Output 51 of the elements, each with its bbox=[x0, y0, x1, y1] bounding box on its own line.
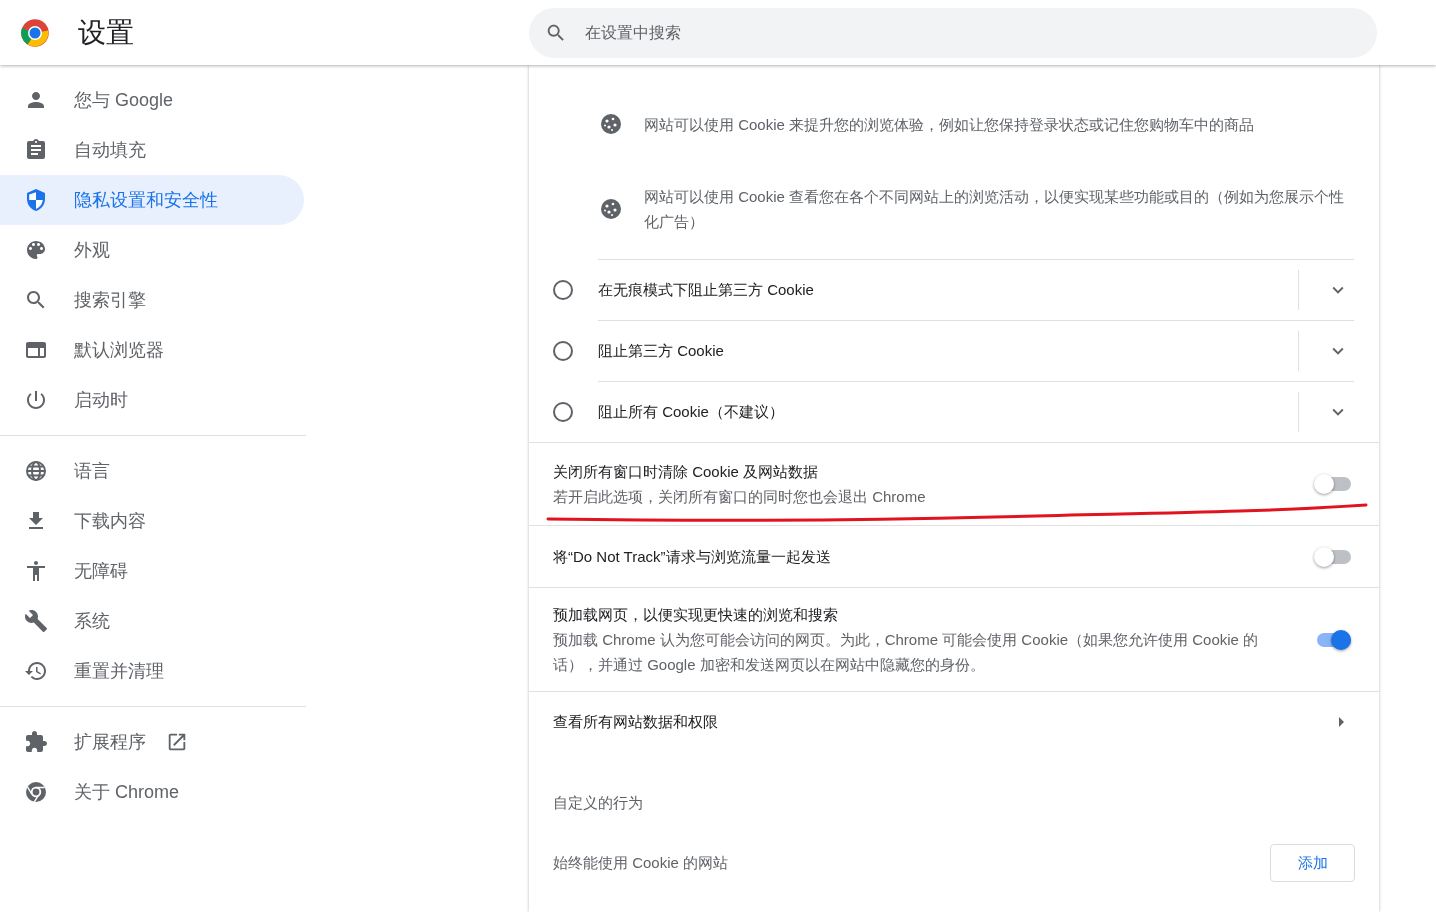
setting-title: 关闭所有窗口时清除 Cookie 及网站数据 bbox=[553, 462, 820, 482]
caret-right-icon bbox=[1339, 717, 1344, 727]
puzzle-piece-icon bbox=[24, 730, 48, 754]
page-title: 设置 bbox=[78, 15, 135, 50]
sidebar-item[interactable]: 重置并清理 bbox=[0, 646, 304, 696]
wrench-icon bbox=[24, 609, 48, 633]
history-icon bbox=[24, 659, 48, 683]
setting-description: 预加载 Chrome 认为您可能会访问的网页。为此，Chrome 可能会使用 Cookie（如果您允许使用 Cookie 的话），并通过 Google 加密和发送网页以在网站中隐藏您的身份。 bbox=[553, 630, 1260, 675]
chrome-logo-icon bbox=[24, 780, 48, 804]
chrome-logo-icon bbox=[20, 17, 50, 48]
radio-button[interactable] bbox=[553, 401, 573, 422]
toggle-switch[interactable] bbox=[1314, 474, 1351, 494]
cookie-info-text: 网站可以使用 Cookie 查看您在各个不同网站上的浏览活动，以便实现某些功能或目的（例如为您展示个性化广告） bbox=[644, 187, 1346, 232]
setting-description: 若开启此选项，关闭所有窗口的同时您也会退出 Chrome bbox=[553, 487, 927, 507]
settings-link-row[interactable]: 查看所有网站数据和权限 bbox=[529, 691, 1379, 752]
cookie-icon bbox=[599, 197, 623, 221]
sidebar-item[interactable]: 搜索引擎 bbox=[0, 275, 304, 325]
clipboard-icon bbox=[24, 138, 48, 162]
sidebar-item[interactable]: 下载内容 bbox=[0, 496, 304, 546]
sidebar-item[interactable]: 启动时 bbox=[0, 375, 304, 425]
cookie-icon bbox=[599, 112, 623, 136]
sidebar-item[interactable]: 关于 Chrome bbox=[0, 767, 304, 817]
palette-icon bbox=[24, 238, 48, 262]
search-field[interactable]: 在设置中搜索 bbox=[529, 7, 1377, 58]
radio-label: 阻止第三方 Cookie bbox=[598, 341, 725, 361]
radio-label: 在无痕模式下阻止第三方 Cookie bbox=[598, 280, 815, 300]
sidebar-item[interactable]: 语言 bbox=[0, 446, 304, 496]
sidebar-item[interactable]: 扩展程序 bbox=[0, 717, 304, 767]
power-icon bbox=[24, 388, 48, 412]
toggle-switch[interactable] bbox=[1314, 546, 1351, 567]
sidebar-item[interactable]: 隐私设置和安全性 bbox=[0, 175, 304, 225]
cookie-info-text: 网站可以使用 Cookie 来提升您的浏览体验，例如让您保持登录状态或记住您购物车中的商品 bbox=[644, 114, 1255, 135]
external-link-icon bbox=[166, 731, 188, 753]
setting-title: 将“Do Not Track”请求与浏览流量一起发送 bbox=[553, 547, 832, 567]
accessibility-icon bbox=[24, 559, 48, 583]
sidebar-item[interactable]: 您与 Google bbox=[0, 75, 304, 125]
sidebar-item[interactable]: 外观 bbox=[0, 225, 304, 275]
setting-title: 预加载网页，以便实现更快速的浏览和搜索 bbox=[553, 605, 839, 625]
sidebar-item[interactable]: 无障碍 bbox=[0, 546, 304, 596]
section-heading: 自定义的行为 bbox=[552, 793, 644, 813]
globe-icon bbox=[24, 459, 48, 483]
radio-button[interactable] bbox=[553, 279, 573, 300]
radio-label: 阻止所有 Cookie（不建议） bbox=[598, 402, 785, 422]
sidebar-item[interactable]: 系统 bbox=[0, 596, 304, 646]
link-label: 查看所有网站数据和权限 bbox=[553, 712, 719, 732]
shield-icon bbox=[24, 188, 48, 212]
sidebar-item[interactable]: 默认浏览器 bbox=[0, 325, 304, 375]
site-list-label: 始终能使用 Cookie 的网站 bbox=[553, 853, 730, 873]
sidebar-item[interactable]: 自动填充 bbox=[0, 125, 304, 175]
add-button[interactable]: 添加 bbox=[1270, 844, 1355, 882]
radio-button[interactable] bbox=[553, 340, 573, 361]
